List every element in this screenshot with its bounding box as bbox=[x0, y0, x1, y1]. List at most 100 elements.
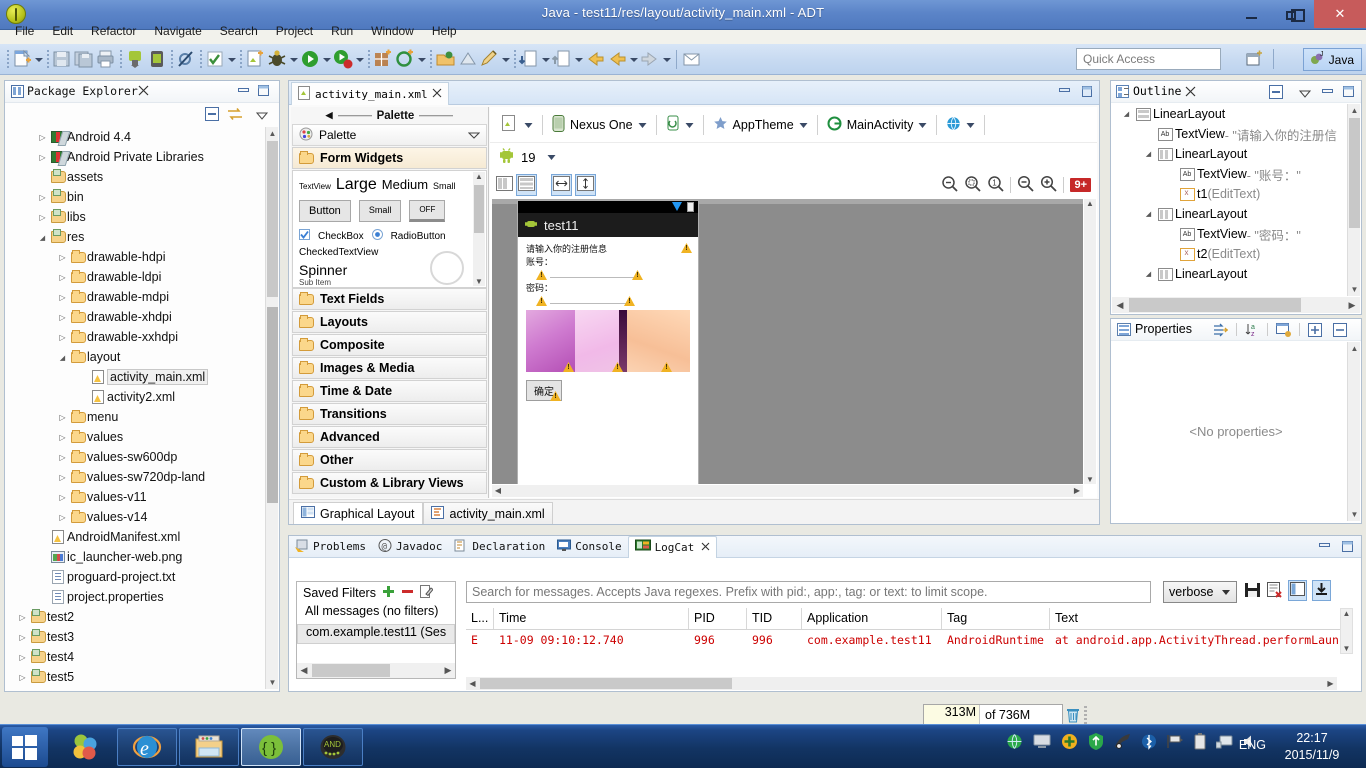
battery-icon[interactable] bbox=[1194, 733, 1206, 753]
tree-item[interactable]: activity_main.xml bbox=[6, 367, 265, 387]
tree-item[interactable]: values-v14 bbox=[6, 507, 265, 527]
tree-item[interactable]: libs bbox=[6, 207, 265, 227]
lint-warning-icon[interactable] bbox=[563, 362, 574, 372]
tree-item[interactable]: test2 bbox=[6, 607, 265, 627]
back-icon[interactable] bbox=[606, 48, 628, 70]
scroll-down-icon[interactable]: ▼ bbox=[1348, 283, 1361, 296]
start-button[interactable] bbox=[2, 727, 48, 767]
config-resource[interactable] bbox=[496, 115, 539, 134]
tree-item[interactable]: drawable-xhdpi bbox=[6, 307, 265, 327]
zoom-out-icon[interactable] bbox=[1017, 175, 1035, 195]
tree-expand-arrow[interactable] bbox=[56, 413, 69, 422]
logcat-maximize-icon[interactable] bbox=[1342, 541, 1353, 555]
tree-item[interactable]: bin bbox=[6, 187, 265, 207]
logcat-search-input[interactable]: Search for messages. Accepts Java regexe… bbox=[466, 581, 1151, 603]
lint-warning-icon[interactable] bbox=[536, 296, 547, 306]
editor-bottom-tab-graphical-layout[interactable]: Graphical Layout bbox=[293, 502, 423, 524]
menu-item-run[interactable]: Run bbox=[322, 22, 362, 40]
lint-warning-icon[interactable] bbox=[550, 391, 561, 401]
package-explorer-close-icon[interactable] bbox=[138, 85, 149, 99]
canvas-horizontal-scrollbar[interactable]: ◀ ▶ bbox=[492, 485, 1083, 497]
tree-item[interactable]: layout bbox=[6, 347, 265, 367]
show-included-icon[interactable] bbox=[496, 176, 513, 194]
widget-radiobutton[interactable]: RadioButton bbox=[391, 231, 446, 242]
menu-item-project[interactable]: Project bbox=[267, 22, 322, 40]
tab-close-icon[interactable] bbox=[701, 541, 710, 554]
back-highlight-icon[interactable] bbox=[584, 48, 606, 70]
outline-item[interactable]: ◢ LinearLayout bbox=[1112, 204, 1348, 224]
widget-button[interactable]: Button bbox=[299, 200, 351, 222]
outline-vertical-scrollbar[interactable]: ▲ ▼ bbox=[1347, 104, 1360, 296]
render-surface[interactable]: test11 请输入你的注册信息 账号： 密码： bbox=[492, 199, 1083, 484]
config-locale-dropdown[interactable] bbox=[966, 118, 975, 132]
remove-filter-icon[interactable] bbox=[401, 585, 414, 601]
next-annotation-icon[interactable] bbox=[518, 48, 540, 70]
run-external-dropdown[interactable] bbox=[354, 48, 365, 70]
edit-filter-icon[interactable] bbox=[419, 585, 434, 601]
update-icon[interactable] bbox=[1061, 733, 1078, 753]
tree-item[interactable]: test4 bbox=[6, 647, 265, 667]
disabled-breakpoint-icon[interactable] bbox=[175, 48, 197, 70]
tree-expand-arrow[interactable] bbox=[56, 273, 69, 282]
outline-item[interactable]: ◢ LinearLayout bbox=[1112, 264, 1348, 284]
android-avd-manager-icon[interactable] bbox=[146, 48, 168, 70]
tree-expand-arrow[interactable] bbox=[36, 193, 49, 202]
tree-item[interactable]: test3 bbox=[6, 627, 265, 647]
show-advanced-icon[interactable] bbox=[1213, 323, 1229, 340]
menu-item-file[interactable]: File bbox=[6, 22, 43, 40]
forward-dropdown[interactable] bbox=[661, 48, 672, 70]
menu-item-window[interactable]: Window bbox=[362, 22, 423, 40]
package-explorer-minimize-icon[interactable] bbox=[238, 86, 249, 95]
zoom-100-icon[interactable]: 1 bbox=[987, 175, 1005, 195]
new-file-dropdown[interactable] bbox=[33, 48, 44, 70]
menu-item-help[interactable]: Help bbox=[423, 22, 466, 40]
new-class-dropdown[interactable] bbox=[416, 48, 427, 70]
config-orientation[interactable] bbox=[660, 115, 700, 134]
outline-item[interactable]: t2 (EditText) bbox=[1112, 244, 1348, 264]
expand-all-icon[interactable] bbox=[1308, 323, 1322, 340]
default-properties-icon[interactable] bbox=[1276, 323, 1292, 340]
api-level-dropdown[interactable] bbox=[547, 150, 556, 164]
clear-log-icon[interactable] bbox=[1266, 581, 1283, 601]
lint-warning-icon[interactable] bbox=[624, 296, 635, 306]
palette-header-row[interactable]: Palette bbox=[292, 124, 487, 146]
filters-horizontal-scrollbar[interactable]: ◀ ▶ bbox=[297, 663, 455, 678]
network-globe-icon[interactable] bbox=[1006, 733, 1023, 753]
sort-alpha-icon[interactable]: az bbox=[1245, 322, 1261, 340]
tree-item[interactable]: menu bbox=[6, 407, 265, 427]
display-icon[interactable] bbox=[1215, 734, 1233, 753]
logcat-horizontal-scrollbar[interactable]: ◀ ▶ bbox=[466, 677, 1337, 690]
menu-item-refactor[interactable]: Refactor bbox=[82, 22, 145, 40]
tree-expand-arrow[interactable] bbox=[56, 253, 69, 262]
display-view-icon[interactable] bbox=[1288, 580, 1307, 601]
tree-expand-arrow[interactable] bbox=[56, 293, 69, 302]
next-annotation-dropdown[interactable] bbox=[540, 48, 551, 70]
collapse-all-icon[interactable] bbox=[1333, 323, 1347, 340]
tree-item[interactable]: ic_launcher-web.png bbox=[6, 547, 265, 567]
menu-item-edit[interactable]: Edit bbox=[43, 22, 82, 40]
tree-expand-arrow[interactable] bbox=[16, 653, 29, 662]
check-mark-icon[interactable] bbox=[204, 48, 226, 70]
logcat-tab-declaration[interactable]: Declaration bbox=[448, 536, 551, 558]
widget-small-button[interactable]: Small bbox=[358, 200, 402, 222]
security-shield-icon[interactable] bbox=[1088, 733, 1104, 753]
taskbar-file-explorer[interactable] bbox=[179, 728, 239, 766]
scroll-down-icon[interactable]: ▼ bbox=[266, 676, 279, 689]
logcat-column-header[interactable]: TID bbox=[747, 608, 802, 629]
widget-toggle-button[interactable]: OFF bbox=[409, 200, 446, 222]
logcat-column-header[interactable]: Time bbox=[494, 608, 689, 629]
outline-item[interactable]: Ab TextView - "账号：" bbox=[1112, 164, 1348, 184]
debug-dropdown[interactable] bbox=[288, 48, 299, 70]
check-dropdown[interactable] bbox=[226, 48, 237, 70]
link-with-editor-icon[interactable] bbox=[227, 106, 243, 122]
android-sdk-manager-icon[interactable] bbox=[124, 48, 146, 70]
scroll-lock-icon[interactable] bbox=[1312, 580, 1331, 601]
scroll-down-icon[interactable]: ▼ bbox=[1348, 508, 1361, 521]
palette-handle[interactable]: ◀ Palette bbox=[291, 107, 488, 124]
palette-category-transitions[interactable]: Transitions bbox=[292, 403, 487, 425]
lint-warning-icon[interactable] bbox=[612, 362, 623, 372]
minimize-button[interactable] bbox=[1230, 0, 1272, 28]
outline-item[interactable]: ◢ LinearLayout bbox=[1112, 144, 1348, 164]
widget-textview[interactable]: TextView bbox=[299, 182, 331, 191]
properties-scrollbar[interactable]: ▲ ▼ bbox=[1347, 342, 1360, 521]
